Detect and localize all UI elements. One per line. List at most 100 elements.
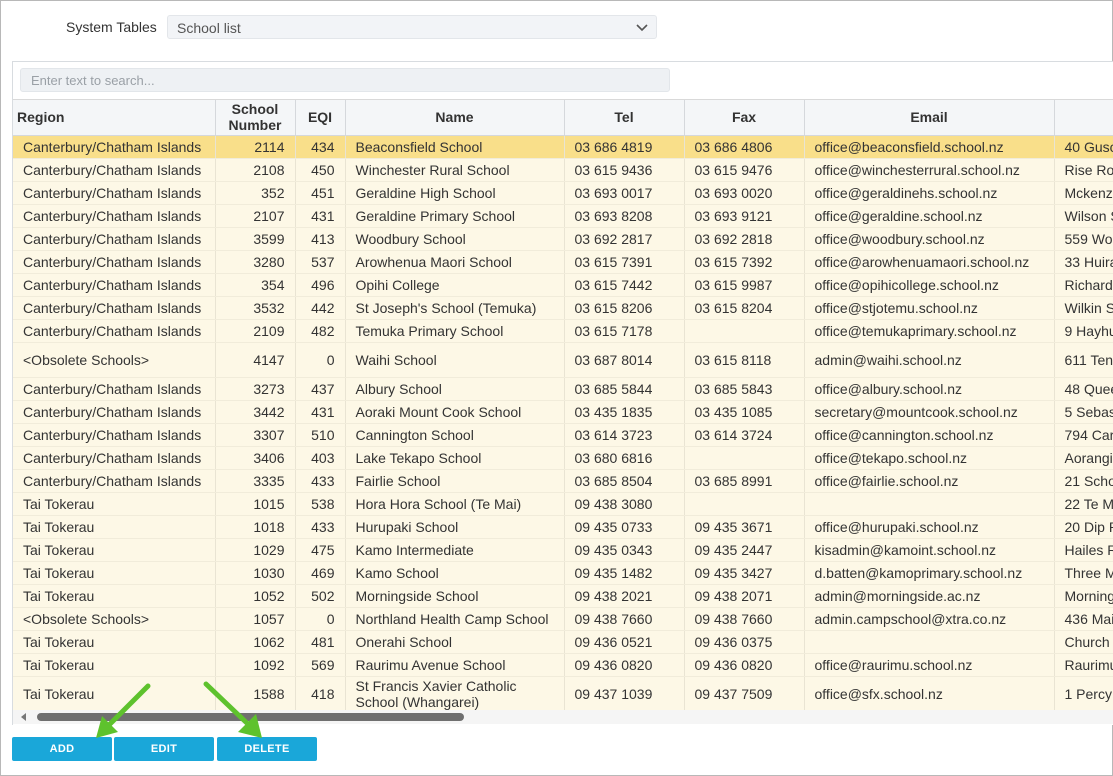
cell-fax: 09 438 2071 <box>684 584 805 608</box>
cell-address: 48 Quee <box>1054 377 1113 401</box>
cell-name: Geraldine High School <box>345 181 565 205</box>
table-row[interactable]: Tai Tokerau 1588 418 St Francis Xavier Cath… <box>13 676 1113 710</box>
cell-name: Temuka Primary School <box>345 319 565 343</box>
cell-tel: 09 435 1482 <box>564 561 685 585</box>
cell-school-number: 3532 <box>215 296 296 320</box>
search-input[interactable] <box>20 68 670 92</box>
table-row[interactable]: Canterbury/Chatham Islands 3442 431 Aoraki … <box>13 400 1113 424</box>
cell-fax <box>684 319 805 343</box>
cell-eqi: 451 <box>295 181 346 205</box>
table-row[interactable]: Tai Tokerau 1018 433 Hurupaki School 09 435 … <box>13 515 1113 539</box>
column-header-address[interactable] <box>1054 100 1113 136</box>
cell-address: Mckenz <box>1054 181 1113 205</box>
cell-eqi: 431 <box>295 400 346 424</box>
table-row[interactable]: Canterbury/Chatham Islands 2108 450 Winches… <box>13 158 1113 182</box>
cell-eqi: 482 <box>295 319 346 343</box>
cell-address: 436 Mai <box>1054 607 1113 631</box>
table-row[interactable]: Tai Tokerau 1030 469 Kamo School 09 435 1482… <box>13 561 1113 585</box>
cell-tel: 03 615 7178 <box>564 319 685 343</box>
cell-school-number: 2109 <box>215 319 296 343</box>
add-button[interactable]: ADD <box>12 737 112 761</box>
column-header-eqi[interactable]: EQI <box>295 100 346 136</box>
cell-fax: 09 435 2447 <box>684 538 805 562</box>
cell-name: Opihi College <box>345 273 565 297</box>
cell-fax: 03 435 1085 <box>684 400 805 424</box>
cell-fax: 03 685 5843 <box>684 377 805 401</box>
table-row[interactable]: Canterbury/Chatham Islands 3307 510 Canning… <box>13 423 1113 447</box>
cell-region: Tai Tokerau <box>13 515 216 539</box>
column-header-tel[interactable]: Tel <box>564 100 685 136</box>
table-row[interactable]: Tai Tokerau 1015 538 Hora Hora School (Te M… <box>13 492 1113 516</box>
cell-email <box>804 492 1055 516</box>
table-row[interactable]: Tai Tokerau 1029 475 Kamo Intermediate 09 43… <box>13 538 1113 562</box>
table-row[interactable]: Canterbury/Chatham Islands 352 451 Geraldin… <box>13 181 1113 205</box>
cell-region: Canterbury/Chatham Islands <box>13 377 216 401</box>
table-row[interactable]: Canterbury/Chatham Islands 3532 442 St Jose… <box>13 296 1113 320</box>
cell-email: office@sfx.school.nz <box>804 676 1055 710</box>
column-header-email[interactable]: Email <box>804 100 1055 136</box>
scroll-left-arrow-icon[interactable] <box>21 713 26 721</box>
column-header-name[interactable]: Name <box>345 100 565 136</box>
cell-region: Canterbury/Chatham Islands <box>13 158 216 182</box>
cell-email: office@woodbury.school.nz <box>804 227 1055 251</box>
table-row[interactable]: Canterbury/Chatham Islands 2107 431 Geraldi… <box>13 204 1113 228</box>
cell-tel: 09 437 1039 <box>564 676 685 710</box>
cell-email: office@geraldine.school.nz <box>804 204 1055 228</box>
cell-tel: 09 438 3080 <box>564 492 685 516</box>
cell-fax: 09 436 0820 <box>684 653 805 677</box>
cell-fax <box>684 446 805 470</box>
cell-address: Wilson S <box>1054 204 1113 228</box>
cell-fax: 03 615 7392 <box>684 250 805 274</box>
cell-school-number: 4147 <box>215 342 296 378</box>
cell-region: Canterbury/Chatham Islands <box>13 227 216 251</box>
cell-region: Canterbury/Chatham Islands <box>13 319 216 343</box>
delete-button[interactable]: DELETE <box>217 737 317 761</box>
table-row[interactable]: Canterbury/Chatham Islands 354 496 Opihi Co… <box>13 273 1113 297</box>
table-row[interactable]: Tai Tokerau 1092 569 Raurimu Avenue School 0… <box>13 653 1113 677</box>
system-tables-label: System Tables <box>66 19 157 35</box>
table-row[interactable]: <Obsolete Schools> 4147 0 Waihi School 03 68… <box>13 342 1113 378</box>
cell-school-number: 3335 <box>215 469 296 493</box>
cell-email: office@fairlie.school.nz <box>804 469 1055 493</box>
cell-fax: 03 615 8118 <box>684 342 805 378</box>
cell-name: Northland Health Camp School <box>345 607 565 631</box>
table-row[interactable]: Tai Tokerau 1052 502 Morningside School 09 4… <box>13 584 1113 608</box>
column-header-school-number[interactable]: School Number <box>215 100 296 136</box>
cell-address: Aorangi <box>1054 446 1113 470</box>
table-row[interactable]: <Obsolete Schools> 1057 0 Northland Health … <box>13 607 1113 631</box>
table-row[interactable]: Canterbury/Chatham Islands 3599 413 Woodbur… <box>13 227 1113 251</box>
cell-school-number: 3442 <box>215 400 296 424</box>
table-row[interactable]: Canterbury/Chatham Islands 2109 482 Temuka … <box>13 319 1113 343</box>
cell-email: secretary@mountcook.school.nz <box>804 400 1055 424</box>
cell-fax: 03 615 9476 <box>684 158 805 182</box>
cell-name: St Francis Xavier Catholic School (Whang… <box>345 676 565 710</box>
cell-region: Tai Tokerau <box>13 538 216 562</box>
table-row[interactable]: Canterbury/Chatham Islands 3335 433 Fairlie… <box>13 469 1113 493</box>
cell-eqi: 481 <box>295 630 346 654</box>
cell-tel: 03 685 8504 <box>564 469 685 493</box>
cell-tel: 03 680 6816 <box>564 446 685 470</box>
cell-address: Church S <box>1054 630 1113 654</box>
cell-address: Wilkin S <box>1054 296 1113 320</box>
cell-region: Canterbury/Chatham Islands <box>13 181 216 205</box>
edit-button[interactable]: EDIT <box>114 737 214 761</box>
horizontal-scrollbar[interactable] <box>13 710 1113 724</box>
cell-name: Raurimu Avenue School <box>345 653 565 677</box>
table-row[interactable]: Canterbury/Chatham Islands 3280 537 Arowhen… <box>13 250 1113 274</box>
column-header-fax[interactable]: Fax <box>684 100 805 136</box>
cell-region: Tai Tokerau <box>13 653 216 677</box>
system-table-select[interactable]: School list <box>167 15 657 39</box>
table-row[interactable]: Canterbury/Chatham Islands 3273 437 Albury … <box>13 377 1113 401</box>
cell-school-number: 3406 <box>215 446 296 470</box>
cell-eqi: 437 <box>295 377 346 401</box>
table-row[interactable]: Canterbury/Chatham Islands 2114 434 Beacons… <box>13 135 1113 159</box>
cell-school-number: 1015 <box>215 492 296 516</box>
cell-address: 1 Percy <box>1054 676 1113 710</box>
cell-name: Beaconsfield School <box>345 135 565 159</box>
cell-email: office@opihicollege.school.nz <box>804 273 1055 297</box>
table-row[interactable]: Canterbury/Chatham Islands 3406 403 Lake Te… <box>13 446 1113 470</box>
cell-tel: 09 436 0820 <box>564 653 685 677</box>
column-header-region[interactable]: Region <box>13 100 216 136</box>
cell-email: office@geraldinehs.school.nz <box>804 181 1055 205</box>
table-row[interactable]: Tai Tokerau 1062 481 Onerahi School 09 436 0… <box>13 630 1113 654</box>
